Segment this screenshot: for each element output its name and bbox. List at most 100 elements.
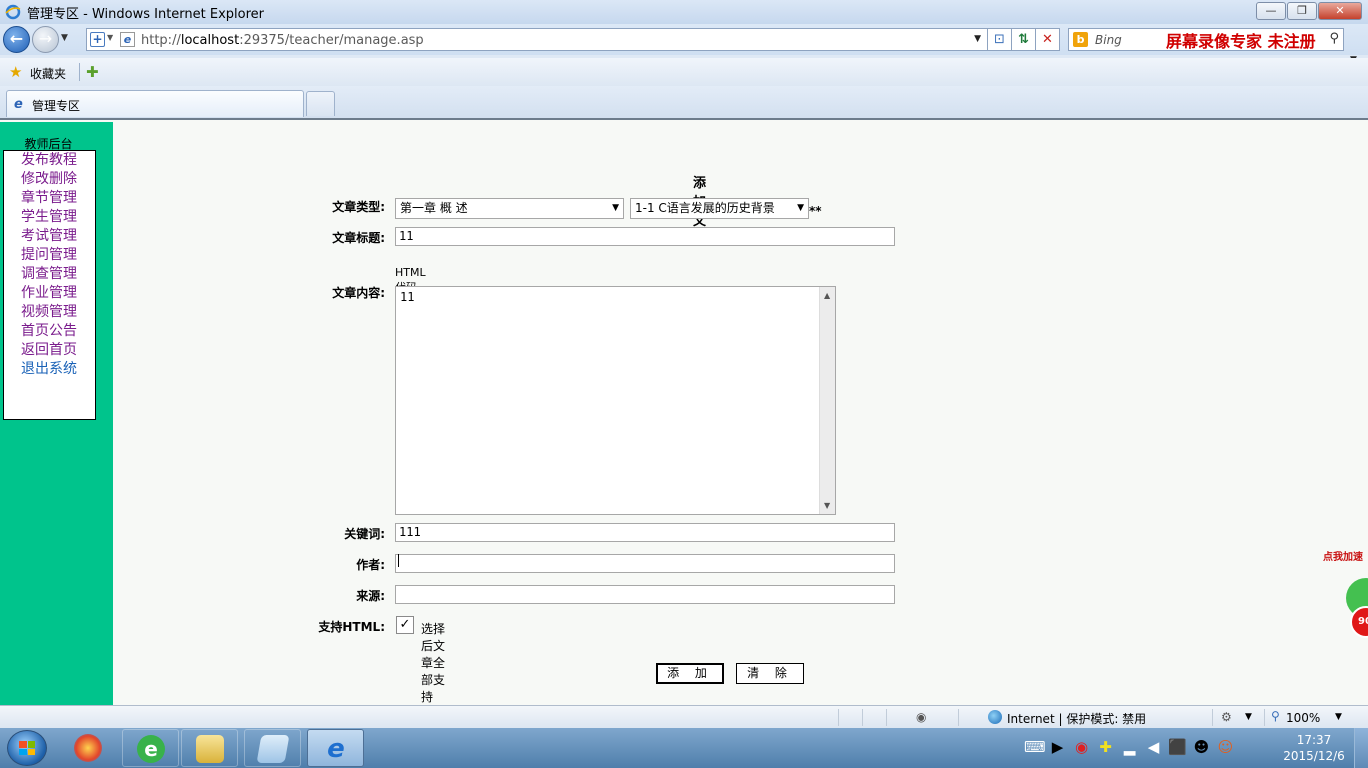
sidebar-item-videos[interactable]: 视频管理: [4, 303, 95, 322]
window-title-bar: 管理专区 - Windows Internet Explorer — ❐ ✕: [0, 0, 1368, 24]
internet-zone-icon: [988, 710, 1002, 724]
url-text[interactable]: http://localhost:29375/teacher/manage.as…: [141, 33, 424, 48]
tab-manage[interactable]: e 管理专区: [6, 90, 304, 117]
status-bar: ◉ Internet | 保护模式: 禁用 ⚙ ▼ ⚲ 100% ▼: [0, 705, 1368, 728]
sidebar-item-announcements[interactable]: 首页公告: [4, 322, 95, 341]
chevron-down-icon[interactable]: ▼: [107, 33, 113, 42]
clock-time: 17:37: [1296, 733, 1332, 747]
sidebar: 教师后台 发布教程 修改删除 章节管理 学生管理 考试管理 提问管理 调查管理 …: [0, 122, 113, 705]
notepad-icon: [256, 735, 290, 763]
author-input[interactable]: [395, 554, 895, 573]
volume-icon[interactable]: ◀: [1144, 736, 1163, 758]
contacts-icon[interactable]: ☺: [1216, 736, 1235, 758]
search-provider-label: Bing: [1095, 33, 1122, 47]
taskbar-app-notepad[interactable]: [244, 729, 301, 767]
refresh-icon[interactable]: ⇅: [1012, 28, 1036, 51]
section-select[interactable]: 1-1 C语言发展的历史背景 ▼: [630, 198, 809, 219]
favorites-button[interactable]: 收藏夹: [30, 65, 66, 82]
add-green-icon[interactable]: ✚: [1096, 736, 1115, 758]
chapter-select[interactable]: 第一章 概 述 ▼: [395, 198, 624, 219]
windows-logo-icon: [19, 741, 35, 755]
page-content: 教师后台 发布教程 修改删除 章节管理 学生管理 考试管理 提问管理 调查管理 …: [0, 118, 1368, 735]
zoom-icon[interactable]: ⚲: [1271, 709, 1280, 723]
html-support-checkbox[interactable]: ✓: [396, 616, 414, 634]
source-input[interactable]: [395, 585, 895, 604]
clear-button[interactable]: 清 除: [736, 663, 804, 684]
security-zone-text[interactable]: Internet | 保护模式: 禁用: [1007, 710, 1146, 727]
new-tab-plus-icon[interactable]: +: [90, 32, 105, 47]
sidebar-item-students[interactable]: 学生管理: [4, 208, 95, 227]
divider: [1212, 709, 1213, 726]
speedup-widget[interactable]: 点我加速 90: [1320, 548, 1368, 648]
clock[interactable]: 17:37 2015/12/6: [1283, 732, 1345, 764]
folder-icon: [196, 735, 224, 763]
security-tray-icon[interactable]: ⬛: [1168, 736, 1187, 758]
maximize-button[interactable]: ❐: [1287, 2, 1317, 20]
source-label: 来源:: [356, 589, 385, 603]
scroll-down-icon[interactable]: ▼: [824, 501, 830, 510]
qq-icon[interactable]: ☻: [1192, 736, 1211, 758]
sidebar-item-exams[interactable]: 考试管理: [4, 227, 95, 246]
zoom-level[interactable]: 100%: [1286, 711, 1320, 725]
close-button[interactable]: ✕: [1318, 2, 1362, 20]
sidebar-item-surveys[interactable]: 调查管理: [4, 265, 95, 284]
sidebar-item-edit-delete[interactable]: 修改删除: [4, 170, 95, 189]
sidebar-item-chapters[interactable]: 章节管理: [4, 189, 95, 208]
privacy-icon[interactable]: ◉: [916, 710, 926, 724]
title-label: 文章标题:: [332, 231, 385, 245]
search-icon[interactable]: ⚲: [1329, 31, 1339, 46]
app-logo-icon: [74, 734, 102, 762]
favorites-bar: ★ 收藏夹 ✚: [0, 58, 1368, 86]
keyboard-icon[interactable]: ⌨: [1024, 736, 1046, 758]
sidebar-item-home[interactable]: 返回首页: [4, 341, 95, 360]
recorder-watermark: 屏幕录像专家 未注册: [1166, 32, 1316, 51]
sidebar-menu: 发布教程 修改删除 章节管理 学生管理 考试管理 提问管理 调查管理 作业管理 …: [3, 150, 96, 420]
keywords-input[interactable]: 111: [395, 523, 895, 542]
navigation-bar: ← → ▼ + ▼ e http://localhost:29375/teach…: [0, 24, 1368, 65]
history-dropdown-icon[interactable]: ▼: [61, 33, 68, 43]
chevron-down-icon: ▼: [797, 203, 804, 213]
back-button[interactable]: ←: [3, 26, 30, 53]
title-input[interactable]: 11: [395, 227, 895, 246]
sidebar-item-homework[interactable]: 作业管理: [4, 284, 95, 303]
tab-page-icon: e: [14, 97, 23, 112]
sidebar-item-publish[interactable]: 发布教程: [4, 151, 95, 170]
content-textarea[interactable]: 11 ▲ ▼: [395, 286, 836, 515]
start-button[interactable]: [7, 730, 47, 766]
ie-logo-icon: e: [327, 734, 345, 764]
chevron-down-icon[interactable]: ▼: [1245, 712, 1252, 722]
scroll-up-icon[interactable]: ▲: [824, 291, 830, 300]
chevron-down-icon[interactable]: ▼: [1335, 712, 1342, 722]
sidebar-item-logout[interactable]: 退出系统: [4, 360, 95, 379]
taskbar-app-browser-green[interactable]: e: [122, 729, 179, 767]
html-support-label: 支持HTML:: [318, 620, 385, 634]
divider: [886, 709, 887, 726]
taskbar-app-ie[interactable]: e: [307, 729, 364, 767]
divider: [958, 709, 959, 726]
taskbar-app-colorful[interactable]: [60, 729, 117, 767]
bing-logo-icon: b: [1073, 32, 1088, 47]
new-tab-button[interactable]: [306, 91, 335, 116]
address-bar[interactable]: + ▼ e http://localhost:29375/teacher/man…: [86, 28, 988, 51]
play-icon[interactable]: ▶: [1048, 736, 1067, 758]
speedup-badge: 90: [1350, 606, 1368, 638]
forward-button[interactable]: →: [32, 26, 59, 53]
minimize-button[interactable]: —: [1256, 2, 1286, 20]
stop-icon[interactable]: ✕: [1036, 28, 1060, 51]
add-favorite-icon[interactable]: ✚: [86, 63, 99, 81]
favorites-star-icon[interactable]: ★: [9, 63, 22, 81]
tab-row: e 管理专区: [0, 86, 1368, 118]
recorder-icon[interactable]: ◉: [1072, 736, 1091, 758]
taskbar-app-explorer[interactable]: [181, 729, 238, 767]
ie-logo-icon: [5, 4, 21, 20]
show-desktop-button[interactable]: [1354, 728, 1368, 768]
textarea-scrollbar[interactable]: ▲ ▼: [819, 287, 835, 514]
security-settings-icon[interactable]: ⚙: [1221, 710, 1232, 724]
network-icon[interactable]: ▂: [1120, 736, 1139, 758]
sidebar-item-questions[interactable]: 提问管理: [4, 246, 95, 265]
author-label: 作者:: [356, 558, 385, 572]
compatibility-view-icon[interactable]: ⊡: [988, 28, 1012, 51]
add-button[interactable]: 添 加: [656, 663, 724, 684]
address-dropdown-icon[interactable]: ▼: [974, 34, 981, 44]
taskbar: e e ⌨ ▶ ◉ ✚ ▂ ◀ ⬛ ☻ ☺ 17:37 2015/12/6: [0, 728, 1368, 768]
